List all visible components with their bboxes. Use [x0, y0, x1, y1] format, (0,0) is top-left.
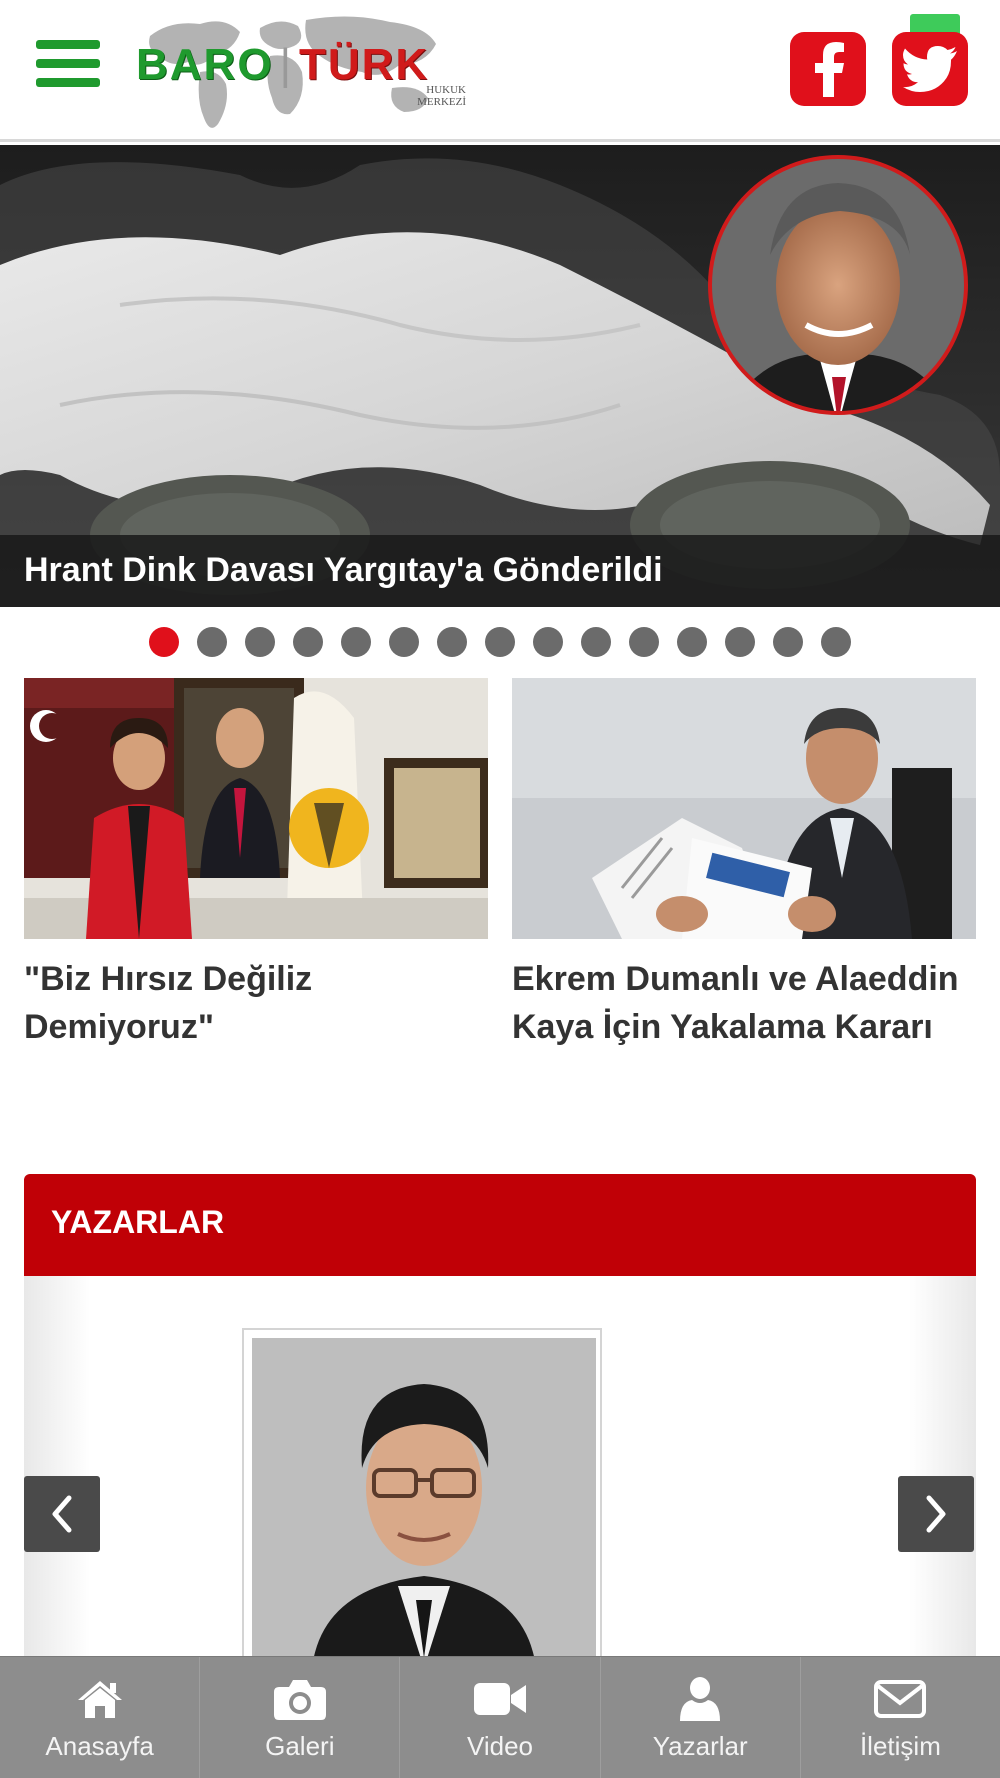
slider-dot[interactable] — [581, 627, 611, 657]
logo-text: BARO | TÜRK — [136, 40, 430, 89]
camera-icon — [272, 1675, 328, 1723]
envelope-icon — [872, 1675, 928, 1723]
slider-dot[interactable] — [149, 627, 179, 657]
nav-item-anasayfa[interactable]: Anasayfa — [0, 1657, 201, 1778]
nav-label: Yazarlar — [652, 1731, 748, 1761]
slider-dot[interactable] — [533, 627, 563, 657]
headline-caption-bar: Hrant Dink Davası Yargıtay'a Gönderildi — [0, 535, 1000, 607]
video-camera-icon — [472, 1675, 528, 1723]
nav-label: Anasayfa — [45, 1731, 154, 1761]
user-icon — [672, 1675, 728, 1723]
slider-dot[interactable] — [773, 627, 803, 657]
authors-prev-button[interactable] — [24, 1476, 100, 1552]
nav-item-galeri[interactable]: Galeri — [200, 1657, 401, 1778]
slider-dot[interactable] — [485, 627, 515, 657]
news-title[interactable]: "Biz Hırsız Değiliz Demiyoruz" — [24, 955, 488, 1051]
twitter-button[interactable] — [892, 32, 968, 106]
headline-slider[interactable]: Hrant Dink Davası Yargıtay'a Gönderildi — [0, 145, 1000, 607]
slider-dot[interactable] — [725, 627, 755, 657]
bottom-navigation: Anasayfa Galeri Video Yazarlar İletişim — [0, 1656, 1000, 1778]
news-card[interactable]: "Biz Hırsız Değiliz Demiyoruz" — [24, 678, 488, 1051]
logo-subtitle: HUKUK MERKEZİ — [406, 84, 466, 108]
author-card[interactable] — [242, 1328, 602, 1656]
authors-next-button[interactable] — [898, 1476, 974, 1552]
nav-item-iletisim[interactable]: İletişim — [801, 1657, 1000, 1778]
chevron-left-icon — [52, 1495, 72, 1533]
slider-dot[interactable] — [245, 627, 275, 657]
authors-section-header: YAZARLAR — [24, 1174, 976, 1276]
logo-subtitle-line-2: MERKEZİ — [417, 96, 466, 108]
slider-dot[interactable] — [293, 627, 323, 657]
slider-dot[interactable] — [389, 627, 419, 657]
slider-dot[interactable] — [629, 627, 659, 657]
nav-item-video[interactable]: Video — [400, 1657, 601, 1778]
authors-carousel — [24, 1276, 976, 1656]
slider-pagination — [0, 627, 1000, 659]
nav-label: Galeri — [265, 1731, 335, 1761]
logo-word-turk: TÜRK — [299, 40, 430, 89]
site-header: BARO | TÜRK HUKUK MERKEZİ — [0, 0, 1000, 142]
logo-subtitle-line-1: HUKUK — [426, 84, 466, 96]
page: BARO | TÜRK HUKUK MERKEZİ Hrant Dink Dav… — [0, 0, 1000, 1778]
hamburger-menu-icon[interactable] — [36, 40, 100, 94]
nav-label: Video — [466, 1731, 534, 1761]
news-title[interactable]: Ekrem Dumanlı ve Alaeddin Kaya İçin Yaka… — [512, 955, 976, 1051]
logo-word-baro: BARO — [136, 40, 274, 89]
news-card[interactable]: Ekrem Dumanlı ve Alaeddin Kaya İçin Yaka… — [512, 678, 976, 1051]
slider-dot[interactable] — [677, 627, 707, 657]
twitter-icon — [903, 46, 957, 92]
slider-dot[interactable] — [821, 627, 851, 657]
author-photo — [252, 1338, 596, 1656]
facebook-button[interactable] — [790, 32, 866, 106]
news-image — [512, 678, 976, 939]
headline-title[interactable]: Hrant Dink Davası Yargıtay'a Gönderildi — [24, 551, 663, 590]
facebook-icon — [815, 42, 844, 97]
nav-label: İletişim — [859, 1731, 941, 1761]
site-logo[interactable]: BARO | TÜRK HUKUK MERKEZİ — [130, 6, 480, 138]
news-image — [24, 678, 488, 939]
slider-dot[interactable] — [437, 627, 467, 657]
home-icon — [72, 1675, 128, 1723]
nav-item-yazarlar[interactable]: Yazarlar — [601, 1657, 801, 1778]
chevron-right-icon — [926, 1495, 946, 1533]
authors-section-title[interactable]: YAZARLAR — [51, 1204, 224, 1241]
slider-dot[interactable] — [197, 627, 227, 657]
slider-dot[interactable] — [341, 627, 371, 657]
